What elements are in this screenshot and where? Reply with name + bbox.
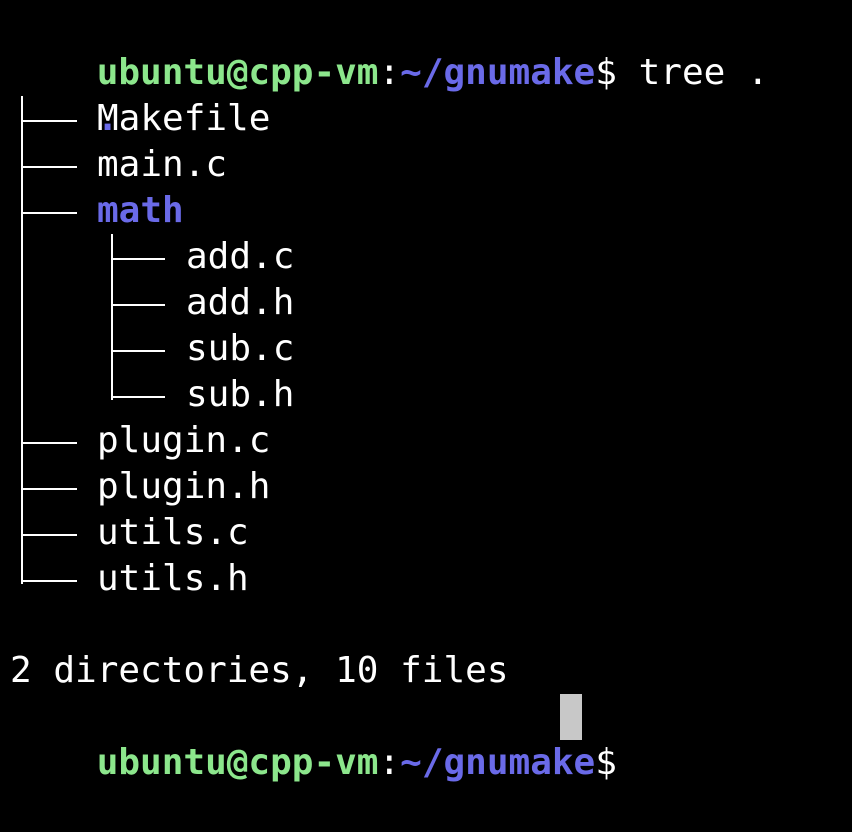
tree-entry-file: add.h: [186, 282, 295, 323]
prompt-user-host: ubuntu@cpp-vm: [96, 742, 379, 783]
prompt-user-host: ubuntu@cpp-vm: [96, 52, 379, 93]
prompt-path: ~/gnumake: [400, 742, 596, 783]
terminal-window[interactable]: ubuntu@cpp-vm:~/gnumake$ tree . . Makefi…: [0, 0, 852, 783]
tree-entry-file: utils.c: [97, 512, 249, 553]
command-line: ubuntu@cpp-vm:~/gnumake$ tree .: [10, 4, 769, 93]
tree-entry-file: sub.h: [186, 374, 295, 415]
tree-entry-file: add.c: [186, 236, 295, 277]
prompt-dollar: $: [595, 52, 617, 93]
command-text: tree .: [638, 52, 769, 93]
tree-entry-file: main.c: [97, 144, 228, 185]
prompt-dollar: $: [595, 742, 617, 783]
tree-entry-file: Makefile: [97, 98, 271, 139]
tree-root: .: [10, 50, 119, 139]
subtree-branch-line: [111, 304, 165, 306]
subtree-branch-line: [111, 350, 165, 352]
tree-entry-file: plugin.h: [97, 466, 271, 507]
tree-branch-line: [21, 166, 77, 168]
tree-branch-line: [21, 534, 77, 536]
tree-summary: 2 directories, 10 files: [10, 650, 509, 691]
prompt-colon: :: [378, 52, 401, 93]
tree-branch-line: [21, 488, 77, 490]
tree-entry-file: utils.h: [97, 558, 249, 599]
prompt-colon: :: [378, 742, 401, 783]
subtree-branch-line: [111, 396, 165, 398]
tree-entry-file: plugin.c: [97, 420, 271, 461]
prompt-path: ~/gnumake: [400, 52, 596, 93]
subtree-branch-line: [111, 258, 165, 260]
tree-trunk-line: [21, 96, 23, 584]
tree-branch-line: [21, 120, 77, 122]
active-prompt-line[interactable]: ubuntu@cpp-vm:~/gnumake$: [10, 694, 617, 783]
tree-branch-line: [21, 442, 77, 444]
tree-branch-line: [21, 212, 77, 214]
text-cursor[interactable]: [560, 694, 582, 740]
tree-entry-file: sub.c: [186, 328, 295, 369]
tree-branch-line: [21, 580, 77, 582]
tree-entry-directory: math: [97, 190, 184, 231]
